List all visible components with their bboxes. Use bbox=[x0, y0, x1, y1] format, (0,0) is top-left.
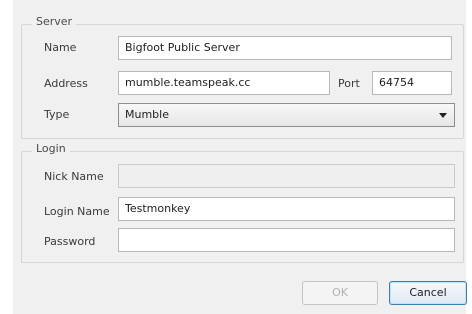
server-connection-dialog: Server Name Bigfoot Public Server Addres… bbox=[0, 0, 472, 314]
password-field[interactable] bbox=[118, 228, 455, 252]
loginname-field[interactable]: Testmonkey bbox=[118, 197, 455, 221]
type-select[interactable]: Mumble bbox=[118, 103, 455, 127]
cancel-button[interactable]: Cancel bbox=[389, 281, 467, 305]
login-group-title: Login bbox=[32, 142, 70, 156]
server-group-title: Server bbox=[32, 15, 77, 29]
nickname-field[interactable] bbox=[118, 164, 455, 188]
name-label: Name bbox=[44, 41, 77, 54]
type-label: Type bbox=[44, 108, 70, 121]
type-select-value: Mumble bbox=[125, 108, 169, 121]
password-label: Password bbox=[44, 235, 96, 248]
port-label: Port bbox=[338, 77, 360, 90]
loginname-label: Login Name bbox=[44, 205, 110, 218]
chevron-down-icon bbox=[439, 113, 447, 118]
left-margin bbox=[0, 0, 13, 314]
address-label: Address bbox=[44, 77, 88, 90]
port-field[interactable]: 64754 bbox=[372, 71, 452, 95]
right-margin bbox=[466, 0, 472, 314]
ok-button[interactable]: OK bbox=[302, 281, 378, 305]
nickname-label: Nick Name bbox=[44, 170, 104, 183]
name-field[interactable]: Bigfoot Public Server bbox=[118, 36, 452, 60]
address-field[interactable]: mumble.teamspeak.cc bbox=[118, 71, 330, 95]
